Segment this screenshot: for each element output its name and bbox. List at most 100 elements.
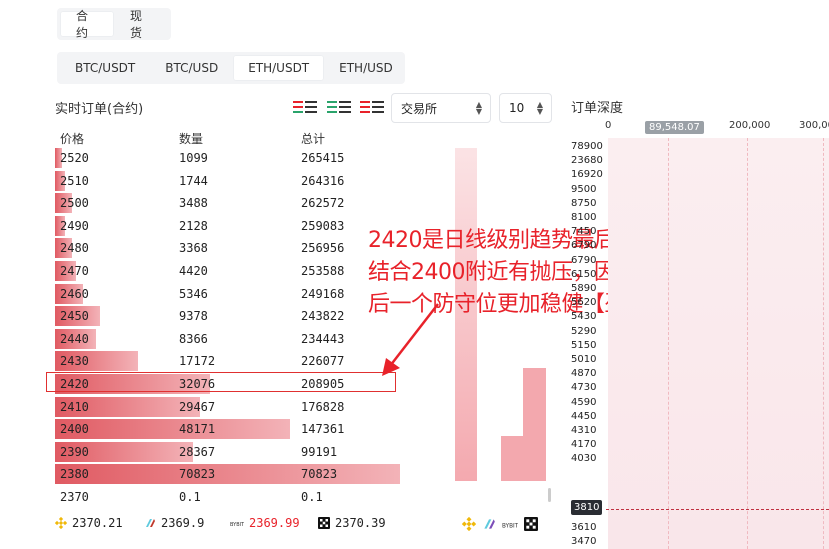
y-tick: 8750 — [571, 197, 597, 209]
cell-price: 2450 — [60, 309, 89, 324]
y-tick: 5890 — [571, 283, 597, 294]
cell-total: 264316 — [301, 173, 345, 188]
y-tick: 5010 — [571, 354, 597, 365]
exchange-price-ftx: 2369.9 — [144, 516, 204, 530]
y-tick: 5430 — [571, 311, 597, 323]
depth-level-select[interactable]: 10 ▲ ▼ — [499, 93, 552, 123]
cell-qty: 4420 — [179, 264, 208, 278]
table-row[interactable]: 2510 1744 264316 — [55, 170, 400, 192]
table-row[interactable]: 2520 1099 265415 — [55, 147, 400, 169]
table-row[interactable]: 2440 8366 234443 — [55, 328, 400, 350]
cell-total: 99191 — [301, 444, 338, 459]
depth-title: 订单深度 — [571, 101, 624, 116]
tab-futures[interactable]: 合约 — [60, 9, 114, 40]
table-row[interactable]: 2430 17172 226077 — [55, 350, 400, 372]
x-tick: 200,000 — [729, 120, 771, 131]
y-tick: 4450 — [571, 410, 597, 422]
header-total: 总计 — [301, 132, 326, 146]
cell-qty: 29467 — [179, 399, 216, 414]
y-tick: 5290 — [571, 325, 597, 337]
table-row[interactable]: 2480 3368 256956 — [55, 237, 400, 259]
table-row[interactable]: 2380 70823 70823 — [55, 463, 400, 485]
exchange-price-binance: 2370.21 — [55, 516, 123, 530]
cell-total: 70823 — [301, 467, 338, 482]
cell-price: 2440 — [60, 331, 89, 346]
y-tick: 5150 — [571, 339, 597, 351]
cell-price: 2460 — [60, 286, 89, 301]
scrollbar[interactable] — [548, 488, 551, 502]
cell-total: 256956 — [301, 241, 345, 256]
okx-icon[interactable] — [524, 517, 538, 531]
cell-price: 2390 — [60, 444, 89, 459]
cell-total: 265415 — [301, 151, 345, 165]
tab-eth-usdt[interactable]: ETH/USDT — [233, 55, 325, 81]
tab-btc-usd[interactable]: BTC/USD — [150, 55, 233, 81]
y-tick: 4030 — [571, 453, 597, 465]
market-type-tabs: 合约 现货 — [57, 8, 171, 40]
table-row[interactable]: 2490 2128 259083 — [55, 215, 400, 237]
cell-total: 262572 — [301, 196, 345, 211]
table-row[interactable]: 2450 9378 243822 — [55, 305, 400, 327]
cell-price: 2380 — [60, 467, 89, 482]
table-row[interactable]: 2390 28367 99191 — [55, 441, 400, 463]
tab-btc-usdt[interactable]: BTC/USDT — [60, 55, 150, 81]
cell-price: 2480 — [60, 241, 89, 256]
cell-qty: 1744 — [179, 173, 208, 188]
cell-price: 2490 — [60, 218, 89, 233]
cell-total: 243822 — [301, 309, 345, 324]
exchange-select[interactable]: 交易所 ▲ ▼ — [391, 93, 491, 123]
table-row[interactable]: 2370 0.1 0.1 — [55, 486, 400, 508]
okx-icon — [318, 517, 330, 529]
table-row[interactable]: 2500 3488 262572 — [55, 192, 400, 214]
y-tick: 16920 — [571, 169, 603, 181]
y-tick: 4170 — [571, 439, 597, 451]
view-both-icon[interactable] — [293, 98, 319, 118]
y-tick: 9500 — [571, 183, 597, 195]
cell-qty: 3488 — [179, 196, 208, 211]
cell-price: 2520 — [60, 151, 89, 165]
cell-total: 234443 — [301, 331, 345, 346]
view-bids-icon[interactable] — [327, 98, 353, 118]
cell-qty: 48171 — [179, 422, 216, 437]
table-row[interactable]: 2460 5346 249168 — [55, 283, 400, 305]
y-tick: 3470 — [571, 536, 597, 547]
table-row[interactable]: 2400 48171 147361 — [55, 418, 400, 440]
y-tick: 6790 — [571, 254, 597, 266]
ftx-icon[interactable] — [482, 517, 496, 531]
y-tick: 23680 — [571, 155, 603, 167]
cell-price: 2470 — [60, 264, 89, 278]
binance-icon[interactable] — [462, 517, 476, 531]
x-tick: 300,00 — [799, 120, 829, 131]
y-tick: 3610 — [571, 522, 597, 533]
y-tick: 6790 — [571, 240, 597, 252]
view-asks-icon[interactable] — [360, 98, 386, 118]
table-row[interactable]: 2410 29467 176828 — [55, 396, 400, 418]
current-price-tag: 3810 — [571, 500, 603, 515]
y-tick: 5620 — [571, 297, 597, 309]
cell-qty: 8366 — [179, 331, 208, 346]
y-tick: 4310 — [571, 425, 597, 436]
tab-spot[interactable]: 现货 — [114, 9, 168, 40]
y-tick: 4590 — [571, 396, 597, 408]
x-tick: 0 — [605, 120, 612, 131]
cell-price: 2400 — [60, 422, 89, 437]
header-qty: 数量 — [179, 132, 204, 146]
cell-qty: 9378 — [179, 309, 208, 324]
volume-bar — [523, 368, 546, 481]
bybit-icon: BYBIT — [230, 522, 244, 528]
y-tick: 6150 — [571, 268, 597, 280]
grid-line — [668, 138, 669, 549]
x-tick-current: 89,548.07 — [645, 121, 704, 134]
header-price: 价格 — [60, 132, 85, 146]
cell-total: 226077 — [301, 354, 345, 369]
tab-eth-usd[interactable]: ETH/USD — [324, 55, 408, 81]
chevron-updown-icon: ▲ ▼ — [475, 100, 482, 116]
grid-line — [823, 138, 824, 549]
cell-price: 2370 — [60, 490, 89, 504]
highlight-box-2420 — [46, 372, 396, 392]
grid-line — [747, 138, 748, 549]
cell-price: 2510 — [60, 173, 89, 188]
bybit-icon[interactable]: BYBIT — [502, 517, 518, 531]
table-row[interactable]: 2470 4420 253588 — [55, 260, 400, 282]
cell-qty: 3368 — [179, 241, 208, 256]
